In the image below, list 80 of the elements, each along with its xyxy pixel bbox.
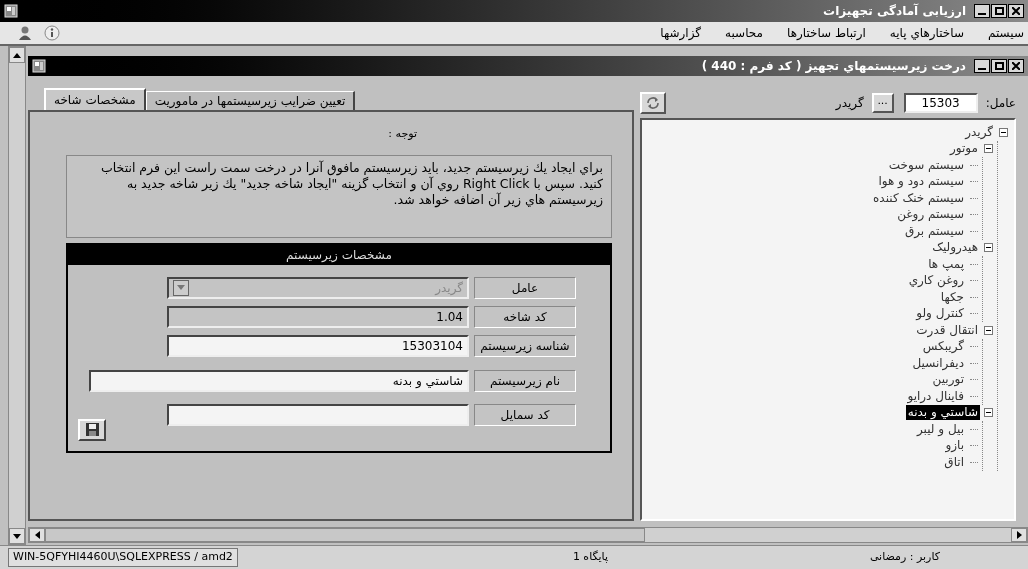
scroll-up-button[interactable] <box>9 47 25 63</box>
tree-item[interactable]: بیل و لیبر <box>915 421 966 437</box>
input-field[interactable]: 15303104 <box>167 334 469 357</box>
filter-label: عامل: <box>985 95 1016 112</box>
menu-item[interactable]: گزارشها <box>660 24 702 42</box>
form-title: درخت زیرسیستمهاي تجهیز ( کد فرم : 440 ) <box>701 58 966 75</box>
tree-item[interactable]: شاستي و بدنه <box>905 405 980 421</box>
arrow-up-icon <box>13 52 21 58</box>
filter-name: گریدر <box>835 95 864 112</box>
tree-item[interactable]: توربین <box>930 372 966 388</box>
close-button[interactable] <box>1008 59 1024 73</box>
tree-item[interactable]: سیستم برق <box>902 223 966 239</box>
info-icon[interactable] <box>44 25 60 41</box>
form-icon <box>32 59 46 73</box>
refresh-button[interactable] <box>640 92 666 114</box>
maximize-button[interactable] <box>991 59 1007 73</box>
close-button[interactable] <box>1008 4 1024 18</box>
app-icon <box>4 4 18 18</box>
tree-item[interactable]: بازو <box>943 438 966 454</box>
note-title: توجه : <box>387 126 418 142</box>
tree-item[interactable]: گریدر <box>963 124 995 140</box>
user-icon[interactable] <box>16 25 32 41</box>
field-label: کد سمایل <box>474 403 576 426</box>
arrow-right-icon <box>1016 531 1022 539</box>
tree-item[interactable]: جکها <box>938 289 966 305</box>
tree-item[interactable]: هیدرولیک <box>930 240 980 256</box>
tree-item[interactable]: فاینال درایو <box>905 388 966 404</box>
note-text: براي ایجاد یك زیرسیستم جدید، باید زیرسیستم مافوق آنرا در درخت سمت راست این فرم انتخاب کنید. سپس با Right Click روي آن و انتخاب گزینه "ایجاد شاخه جدید" یك زیر شاخه جدید به زیرسیستم هاي زیر آن اضافه خواهد شد. <box>66 154 612 238</box>
vertical-scrollbar[interactable] <box>8 46 26 545</box>
tree-item[interactable]: سیستم دود و هوا <box>876 174 966 190</box>
user-status: کاربر : رمضانی <box>869 549 940 566</box>
collapse-icon[interactable] <box>984 325 993 335</box>
browse-button[interactable]: ... <box>871 93 894 113</box>
position-status: پایگاه 1 <box>572 549 609 566</box>
field-label: کد شاخه <box>474 305 576 328</box>
collapse-icon[interactable] <box>984 408 993 418</box>
section-header: مشخصات زیرسیستم <box>68 244 610 265</box>
menu-item[interactable]: ساختارهاي پایه <box>889 24 964 42</box>
scroll-down-button[interactable] <box>9 528 25 544</box>
input-field[interactable]: شاستي و بدنه <box>89 369 469 392</box>
save-icon <box>85 423 99 436</box>
tree-item[interactable]: روغن کاري <box>906 273 966 289</box>
connection-status: WIN-5QFYHI4460U\SQLEXPRESS / amd2 <box>8 548 238 567</box>
minimize-button[interactable] <box>974 4 990 18</box>
window-title: ارزیابی آمادگی تجهیزات <box>823 2 966 20</box>
save-button[interactable] <box>78 418 106 441</box>
scroll-left-button[interactable] <box>29 528 45 542</box>
collapse-icon[interactable] <box>984 144 993 154</box>
field-label: نام زیرسیستم <box>474 369 576 392</box>
arrow-down-icon <box>13 533 21 539</box>
tree-item[interactable]: سیستم خنک کننده <box>871 190 966 206</box>
refresh-icon <box>646 96 660 110</box>
tree-item[interactable]: سیستم روغن <box>895 207 966 223</box>
close-icon <box>1012 7 1020 15</box>
tree-item[interactable]: گریبکس <box>920 339 966 355</box>
collapse-icon[interactable] <box>984 243 993 253</box>
tab[interactable]: تعیین ضرایب زیرسیستمها در ماموریت <box>145 91 356 110</box>
collapse-icon[interactable] <box>999 127 1008 137</box>
filter-field[interactable]: 15303 <box>903 93 978 113</box>
tree-item[interactable]: سیستم سوخت <box>886 157 966 173</box>
minimize-button[interactable] <box>974 59 990 73</box>
tree-item[interactable]: موتور <box>948 141 980 157</box>
scroll-thumb[interactable] <box>45 528 645 542</box>
menu-item[interactable]: سیستم <box>988 24 1024 42</box>
arrow-left-icon <box>34 531 40 539</box>
scroll-right-button[interactable] <box>1011 528 1027 542</box>
tab[interactable]: مشخصات شاخه <box>44 88 146 110</box>
menu-item[interactable]: محاسبه <box>725 24 763 42</box>
tree-item[interactable]: اتاق <box>942 454 966 470</box>
tree-item[interactable]: دیفرانسیل <box>910 355 966 371</box>
input-field[interactable] <box>167 403 469 426</box>
field-label: شناسه زیرسیستم <box>474 334 576 357</box>
field-label: عامل <box>474 276 576 299</box>
tree-item[interactable]: کنترل ولو <box>914 306 966 322</box>
close-icon <box>1012 62 1020 70</box>
tree-item[interactable]: پمپ ها <box>926 256 966 272</box>
horizontal-scrollbar[interactable] <box>28 527 1028 543</box>
maximize-button[interactable] <box>991 4 1007 18</box>
menu-item[interactable]: ارتباط ساختارها <box>787 24 866 42</box>
tree-item[interactable]: انتقال قدرت <box>914 322 980 338</box>
